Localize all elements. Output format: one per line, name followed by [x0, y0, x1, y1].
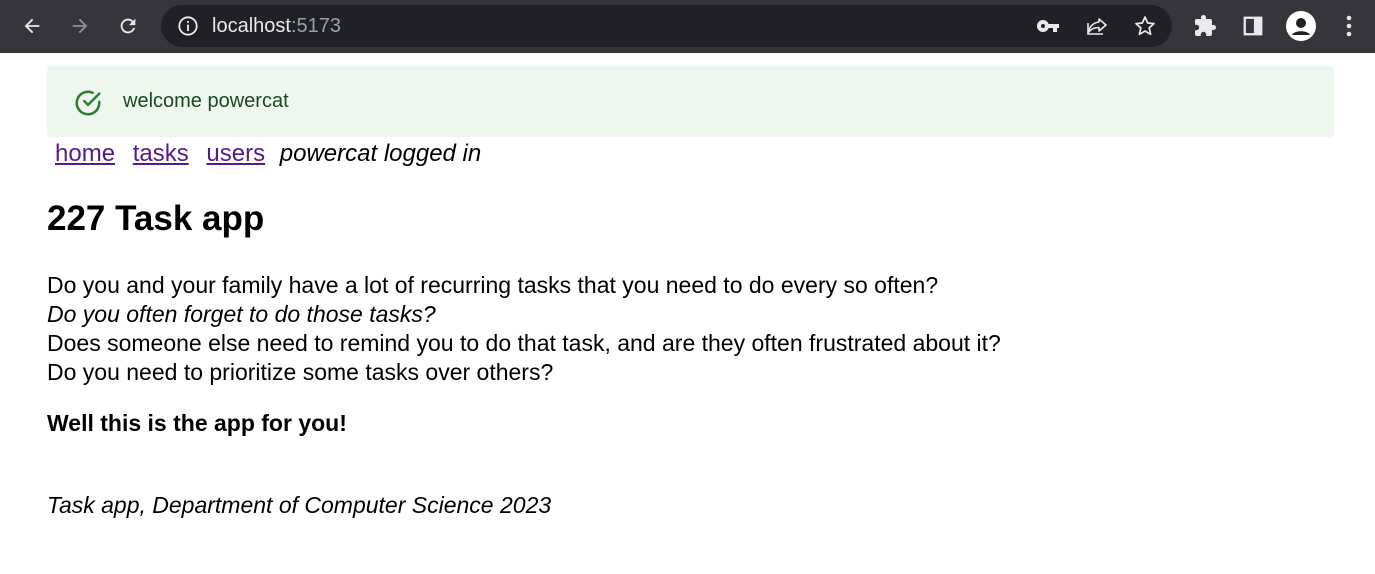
back-button[interactable] — [15, 9, 49, 43]
notification-message: welcome powercat — [123, 90, 289, 112]
footer-text: Task app, Department of Computer Science… — [47, 492, 552, 518]
key-icon[interactable] — [1036, 14, 1060, 38]
side-panel-button[interactable] — [1238, 11, 1268, 41]
url-text: localhost:5173 — [212, 15, 341, 37]
intro-line-1: Do you and your family have a lot of rec… — [47, 272, 939, 298]
share-icon[interactable] — [1085, 14, 1109, 38]
side-panel-icon — [1243, 16, 1263, 36]
success-notification: welcome powercat — [47, 66, 1334, 137]
call-to-action: Well this is the app for you! — [47, 410, 347, 436]
intro-line-4: Do you need to prioritize some tasks ove… — [47, 359, 554, 385]
navbar: home tasks users powercat logged in — [55, 140, 481, 168]
menu-button[interactable] — [1334, 11, 1364, 41]
browser-toolbar: localhost:5173 — [0, 0, 1375, 53]
arrow-right-icon — [72, 18, 88, 34]
extensions-button[interactable] — [1190, 11, 1220, 41]
intro-line-3: Does someone else need to remind you to … — [47, 330, 1001, 356]
profile-button[interactable] — [1286, 11, 1316, 41]
kebab-menu-icon — [1346, 15, 1352, 37]
nav-link-users[interactable]: users — [206, 140, 265, 167]
star-icon[interactable] — [1133, 14, 1157, 38]
check-circle-icon — [75, 90, 101, 116]
page-title: 227 Task app — [47, 199, 265, 238]
puzzle-icon — [1195, 15, 1216, 36]
info-icon[interactable] — [177, 15, 199, 37]
arrow-left-icon — [24, 18, 40, 34]
intro-line-2: Do you often forget to do those tasks? — [47, 301, 436, 327]
address-bar[interactable]: localhost:5173 — [161, 5, 1172, 47]
login-status: powercat logged in — [279, 140, 482, 167]
avatar-icon — [1286, 11, 1316, 41]
reload-icon — [120, 18, 136, 34]
nav-link-home[interactable]: home — [55, 140, 115, 167]
nav-link-tasks[interactable]: tasks — [133, 140, 189, 167]
reload-button[interactable] — [111, 9, 145, 43]
intro-text: Do you and your family have a lot of rec… — [47, 271, 1001, 387]
forward-button[interactable] — [63, 9, 97, 43]
